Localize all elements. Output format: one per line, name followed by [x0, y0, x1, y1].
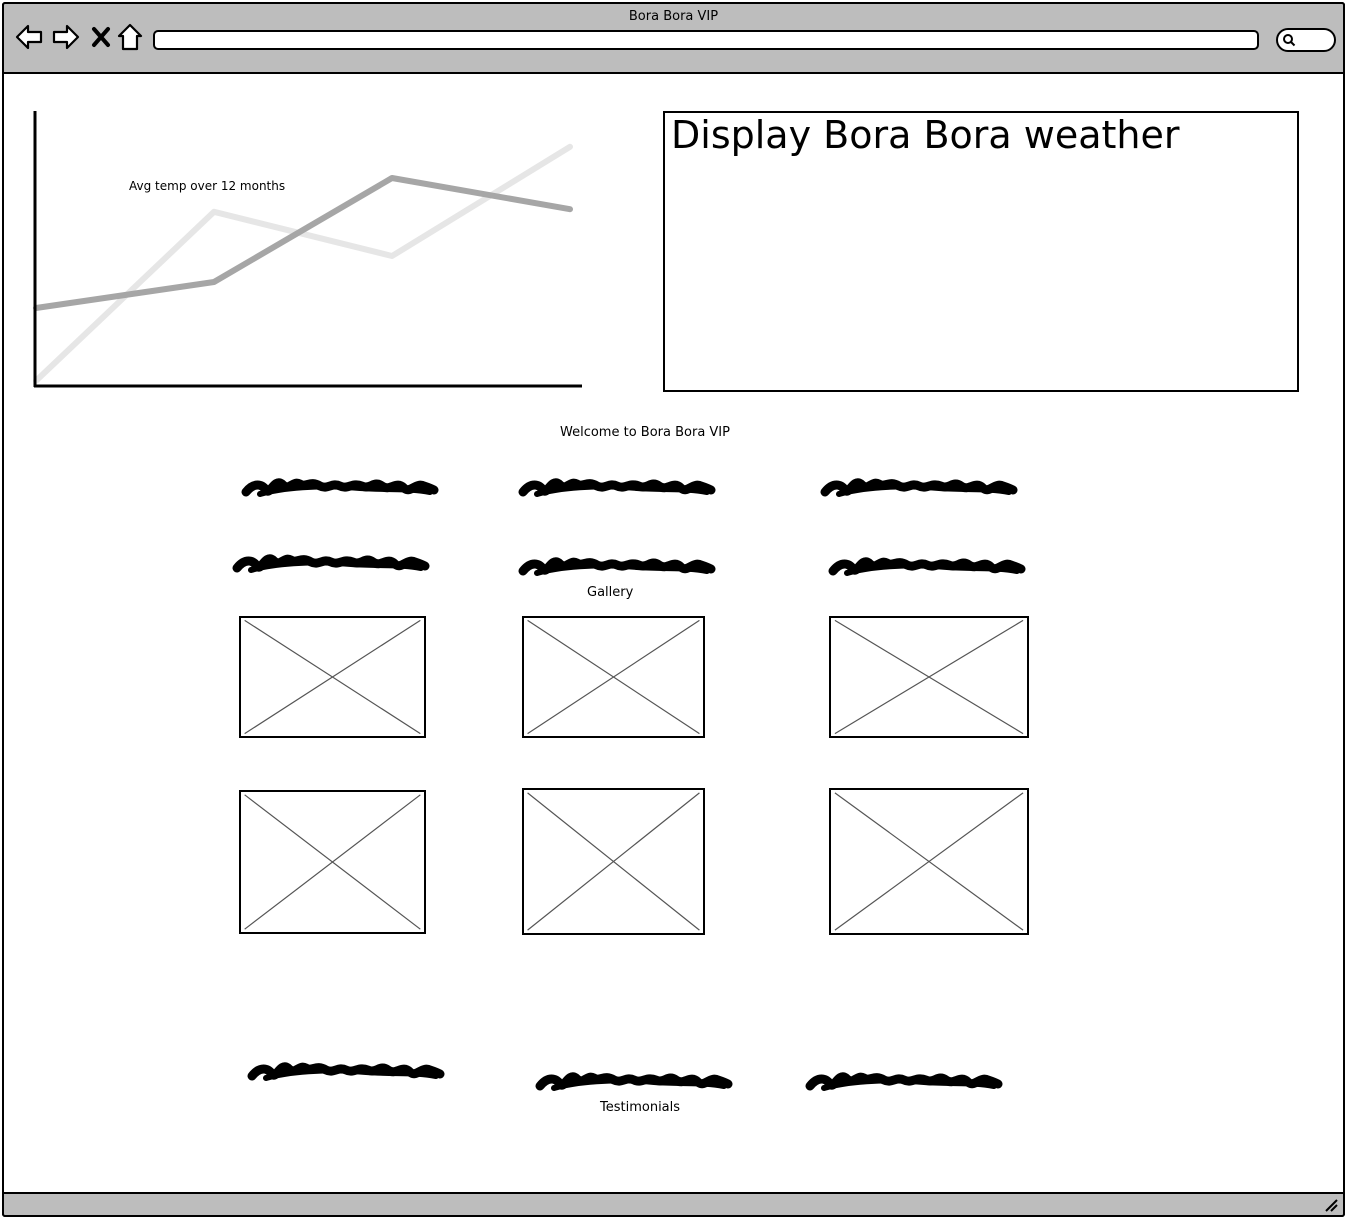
placeholder-text-scribble: [517, 549, 717, 583]
placeholder-text-scribble: [240, 470, 440, 504]
testimonial-text-scribble: [804, 1064, 1004, 1098]
gallery-image-placeholder[interactable]: [522, 616, 705, 738]
address-bar[interactable]: [153, 30, 1259, 50]
gallery-image-placeholder[interactable]: [239, 616, 426, 738]
placeholder-text-scribble: [517, 470, 717, 504]
browser-search-field[interactable]: [1276, 28, 1336, 52]
home-icon[interactable]: [115, 22, 145, 52]
gallery-image-placeholder[interactable]: [829, 788, 1029, 935]
gallery-image-placeholder[interactable]: [522, 788, 705, 935]
placeholder-text-scribble: [231, 546, 431, 580]
gallery-image-placeholder[interactable]: [829, 616, 1029, 738]
image-placeholder-icon: [524, 790, 703, 933]
back-arrow-icon[interactable]: [14, 22, 44, 52]
browser-statusbar: [2, 1192, 1345, 1217]
welcome-text: Welcome to Bora Bora VIP: [560, 425, 730, 440]
chart-title: Avg temp over 12 months: [129, 179, 286, 193]
gallery-label: Gallery: [587, 585, 634, 600]
image-placeholder-icon: [241, 792, 424, 932]
placeholder-text-scribble: [819, 470, 1019, 504]
weather-panel: Display Bora Bora weather: [663, 111, 1299, 392]
avg-temp-line-chart: [33, 111, 582, 388]
gallery-image-placeholder[interactable]: [239, 790, 426, 934]
image-placeholder-icon: [831, 618, 1027, 736]
chart-series-line-2: [33, 175, 573, 311]
search-icon: [1283, 34, 1296, 47]
forward-arrow-icon[interactable]: [51, 22, 81, 52]
window-title: Bora Bora VIP: [628, 9, 719, 24]
image-placeholder-icon: [831, 790, 1027, 933]
stop-icon[interactable]: [86, 22, 116, 52]
testimonials-label: Testimonials: [600, 1100, 681, 1115]
resize-grip-icon[interactable]: [1323, 1197, 1339, 1213]
weather-heading: Display Bora Bora weather: [671, 113, 1180, 157]
chart-series-line-1: [33, 143, 573, 384]
testimonial-text-scribble: [246, 1054, 446, 1088]
placeholder-text-scribble: [827, 549, 1027, 583]
testimonial-text-scribble: [534, 1064, 734, 1098]
image-placeholder-icon: [524, 618, 703, 736]
image-placeholder-icon: [241, 618, 424, 736]
